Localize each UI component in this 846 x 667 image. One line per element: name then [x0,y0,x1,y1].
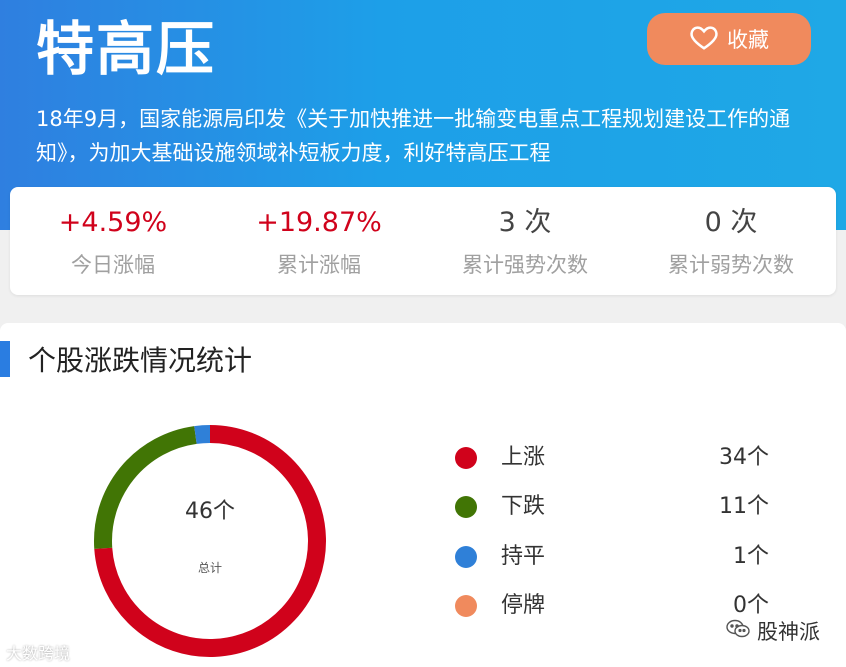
legend-label: 持平 [501,544,546,569]
legend-count: 11个 [719,494,769,519]
legend-dot [455,595,477,617]
legend-label: 停牌 [501,593,546,618]
donut-slice-下跌 [94,426,197,549]
description-text: 18年9月，国家能源局印发《关于加快推进一批输变电重点工程规划建设工作的通知》，… [36,107,791,165]
legend-item-flat: 持平 1个 [455,542,775,572]
legend-label: 上涨 [501,445,546,470]
favorite-button[interactable]: 收藏 [647,13,811,65]
stat-value: +4.59% [58,207,168,238]
stat-weak-count: 0 次 累计弱势次数 [628,187,834,279]
legend-item-rise: 上涨 34个 [455,443,775,473]
page-title: 特高压 [36,15,217,83]
legend-count: 1个 [733,544,769,569]
stat-label: 累计弱势次数 [668,253,794,277]
legend-dot [455,546,477,568]
heart-icon [689,22,719,57]
donut-total-label: 总计 [197,561,222,575]
watermark-right: 股神派 [725,616,820,646]
legend-count: 34个 [719,445,769,470]
wechat-icon [725,618,751,645]
donut-slice-持平 [194,425,211,444]
donut-chart [94,425,326,657]
legend-dot [455,496,477,518]
stat-value: 3 次 [498,207,552,238]
stat-value: +19.87% [256,207,382,238]
stat-value: 0 次 [704,207,758,238]
stat-label: 今日涨幅 [71,253,155,277]
legend-label: 下跌 [501,494,546,519]
donut-total: 46个 [185,499,235,524]
watermark-left: 大数跨境 [6,644,71,663]
section-title: 个股涨跌情况统计 [28,344,253,377]
stat-total-change: +19.87% 累计涨幅 [216,187,422,279]
section-accent-bar [0,341,10,377]
stat-label: 累计涨幅 [277,253,361,277]
stock-stats-section: 个股涨跌情况统计 46个 总计 上涨 34个 下跌 11个 持平 1个 停牌 0… [0,323,846,667]
stat-today-change: +4.59% 今日涨幅 [10,187,216,279]
stat-strong-count: 3 次 累计强势次数 [422,187,628,279]
stat-label: 累计强势次数 [462,253,588,277]
legend-dot [455,447,477,469]
stats-card: +4.59% 今日涨幅 +19.87% 累计涨幅 3 次 累计强势次数 0 次 … [10,187,836,295]
favorite-label: 收藏 [727,28,769,52]
watermark-right-text: 股神派 [757,620,820,644]
legend-item-fall: 下跌 11个 [455,492,775,522]
